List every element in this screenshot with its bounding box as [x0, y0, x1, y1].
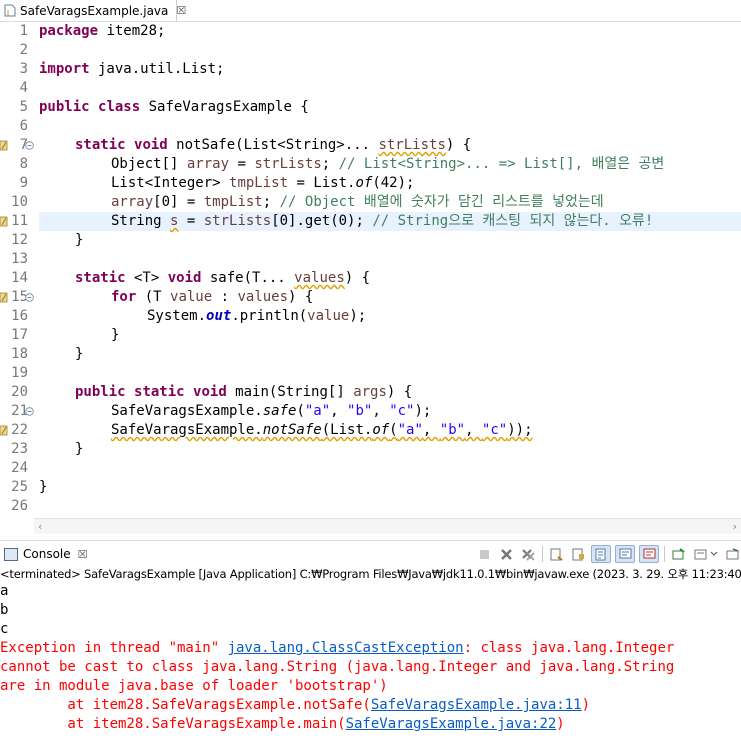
line-number: 3: [19, 61, 28, 77]
warning-marker-icon[interactable]: [0, 216, 9, 228]
pin-console-icon[interactable]: [669, 546, 687, 562]
line-number: 17: [11, 327, 28, 343]
exception-link[interactable]: java.lang.ClassCastException: [228, 640, 464, 656]
warning-marker-icon[interactable]: [0, 425, 9, 437]
code-line: array[0] = tmpList; // Object 배열에 숫자가 담긴…: [111, 194, 604, 210]
scroll-lock-icon[interactable]: [569, 546, 587, 562]
line-number: 20: [11, 384, 28, 400]
console-icon: [4, 547, 18, 561]
console-tab[interactable]: Console ☒: [0, 543, 88, 565]
console-line: a: [0, 583, 9, 599]
code-line: public class SafeVaragsExample {: [39, 99, 309, 115]
toolbar-separator: [664, 546, 665, 562]
svg-text:J: J: [6, 9, 9, 17]
line-number: 6: [19, 118, 28, 134]
fold-icon[interactable]: [25, 407, 34, 416]
console-view-header: Console ☒: [0, 540, 741, 567]
line-number: 4: [19, 80, 28, 96]
remove-launch-icon[interactable]: [497, 546, 515, 562]
code-line: }: [75, 441, 84, 457]
console-error-line: Exception in thread "main" java.lang.Cla…: [0, 640, 675, 656]
console-tab-label: Console: [23, 547, 71, 561]
console-error-line: at item28.SafeVaragsExample.notSafe(Safe…: [0, 697, 591, 713]
line-number: 18: [11, 346, 28, 362]
line-number: 19: [11, 365, 28, 381]
console-display-icon[interactable]: [723, 546, 741, 562]
code-line-current: String s = strLists[0].get(0); // String…: [111, 213, 654, 229]
code-line: }: [75, 232, 84, 248]
stacktrace-link[interactable]: SafeVaragsExample.java:22: [346, 716, 557, 732]
code-line: SafeVaragsExample.safe("a", "b", "c");: [111, 403, 432, 419]
editor-horizontal-scrollbar[interactable]: ‹ ›: [34, 518, 741, 534]
remove-all-icon[interactable]: [519, 546, 537, 562]
terminate-icon[interactable]: [475, 546, 493, 562]
show-on-stdout-icon[interactable]: [615, 545, 635, 563]
code-line: }: [75, 346, 84, 362]
console-line: b: [0, 602, 9, 618]
line-number: 16: [11, 308, 28, 324]
editor-tab-title: SafeVaragsExample.java: [20, 3, 169, 18]
line-number: 2: [19, 42, 28, 58]
console-error-line: at item28.SafeVaragsExample.main(SafeVar…: [0, 716, 565, 732]
close-icon[interactable]: ☒: [78, 548, 88, 561]
toolbar-separator: [542, 546, 543, 562]
line-number: 10: [11, 194, 28, 210]
fold-icon[interactable]: [25, 293, 34, 302]
scroll-left-icon[interactable]: ‹: [38, 520, 42, 533]
console-error-line: cannot be cast to class java.lang.String…: [0, 659, 675, 675]
display-console-icon[interactable]: [691, 546, 709, 562]
scroll-right-icon[interactable]: ›: [733, 520, 737, 533]
code-editor[interactable]: 1 2 3 4 5 6 7 8 9 10 11 12 13 14 15 16 1…: [0, 22, 741, 518]
code-line: import java.util.List;: [39, 61, 225, 77]
code-line: Object[] array = strLists; // List<Strin…: [111, 156, 665, 172]
line-number: 23: [11, 441, 28, 457]
line-number: 5: [19, 99, 28, 115]
console-toolbar: [471, 545, 741, 563]
code-line: SafeVaragsExample.notSafe(List.of("a", "…: [111, 422, 533, 438]
line-number: 21: [11, 403, 28, 419]
code-line: static <T> void safe(T... values) {: [75, 270, 371, 286]
code-line: System.out.println(value);: [147, 308, 367, 324]
line-number: 9: [19, 175, 28, 191]
editor-tab-bar: J SafeVaragsExample.java ☒: [0, 0, 741, 22]
close-icon[interactable]: ☒: [176, 4, 186, 17]
show-on-stderr-icon[interactable]: [639, 545, 659, 563]
code-line: for (T value : values) {: [111, 289, 314, 305]
line-number: 1: [19, 23, 28, 39]
code-line: static void notSafe(List<String>... strL…: [75, 137, 472, 153]
line-number: 24: [11, 460, 28, 476]
line-number: 25: [11, 479, 28, 495]
warning-marker-icon[interactable]: [0, 140, 9, 152]
console-line: c: [0, 621, 9, 637]
chevron-down-icon[interactable]: [709, 546, 719, 562]
fold-icon[interactable]: [25, 141, 34, 150]
line-number: 12: [11, 232, 28, 248]
code-line: package item28;: [39, 23, 166, 39]
line-number-ruler: 1 2 3 4 5 6 7 8 9 10 11 12 13 14 15 16 1…: [0, 22, 34, 518]
line-number: 26: [11, 498, 28, 514]
word-wrap-icon[interactable]: [591, 545, 611, 563]
line-number: 14: [11, 270, 28, 286]
console-error-line: are in module java.base of loader 'boots…: [0, 678, 388, 694]
stacktrace-link[interactable]: SafeVaragsExample.java:11: [371, 697, 582, 713]
clear-console-icon[interactable]: [547, 546, 565, 562]
line-number: 13: [11, 251, 28, 267]
code-line: public static void main(String[] args) {: [75, 384, 413, 400]
code-line: }: [39, 479, 48, 495]
warning-marker-icon[interactable]: [0, 292, 9, 304]
editor-tab[interactable]: J SafeVaragsExample.java ☒: [0, 0, 186, 21]
code-line: List<Integer> tmpList = List.of(42);: [111, 175, 415, 191]
code-line: }: [111, 327, 120, 343]
console-status-line: <terminated> SafeVaragsExample [Java App…: [0, 567, 741, 581]
java-file-icon: J: [4, 4, 16, 17]
line-number: 8: [19, 156, 28, 172]
